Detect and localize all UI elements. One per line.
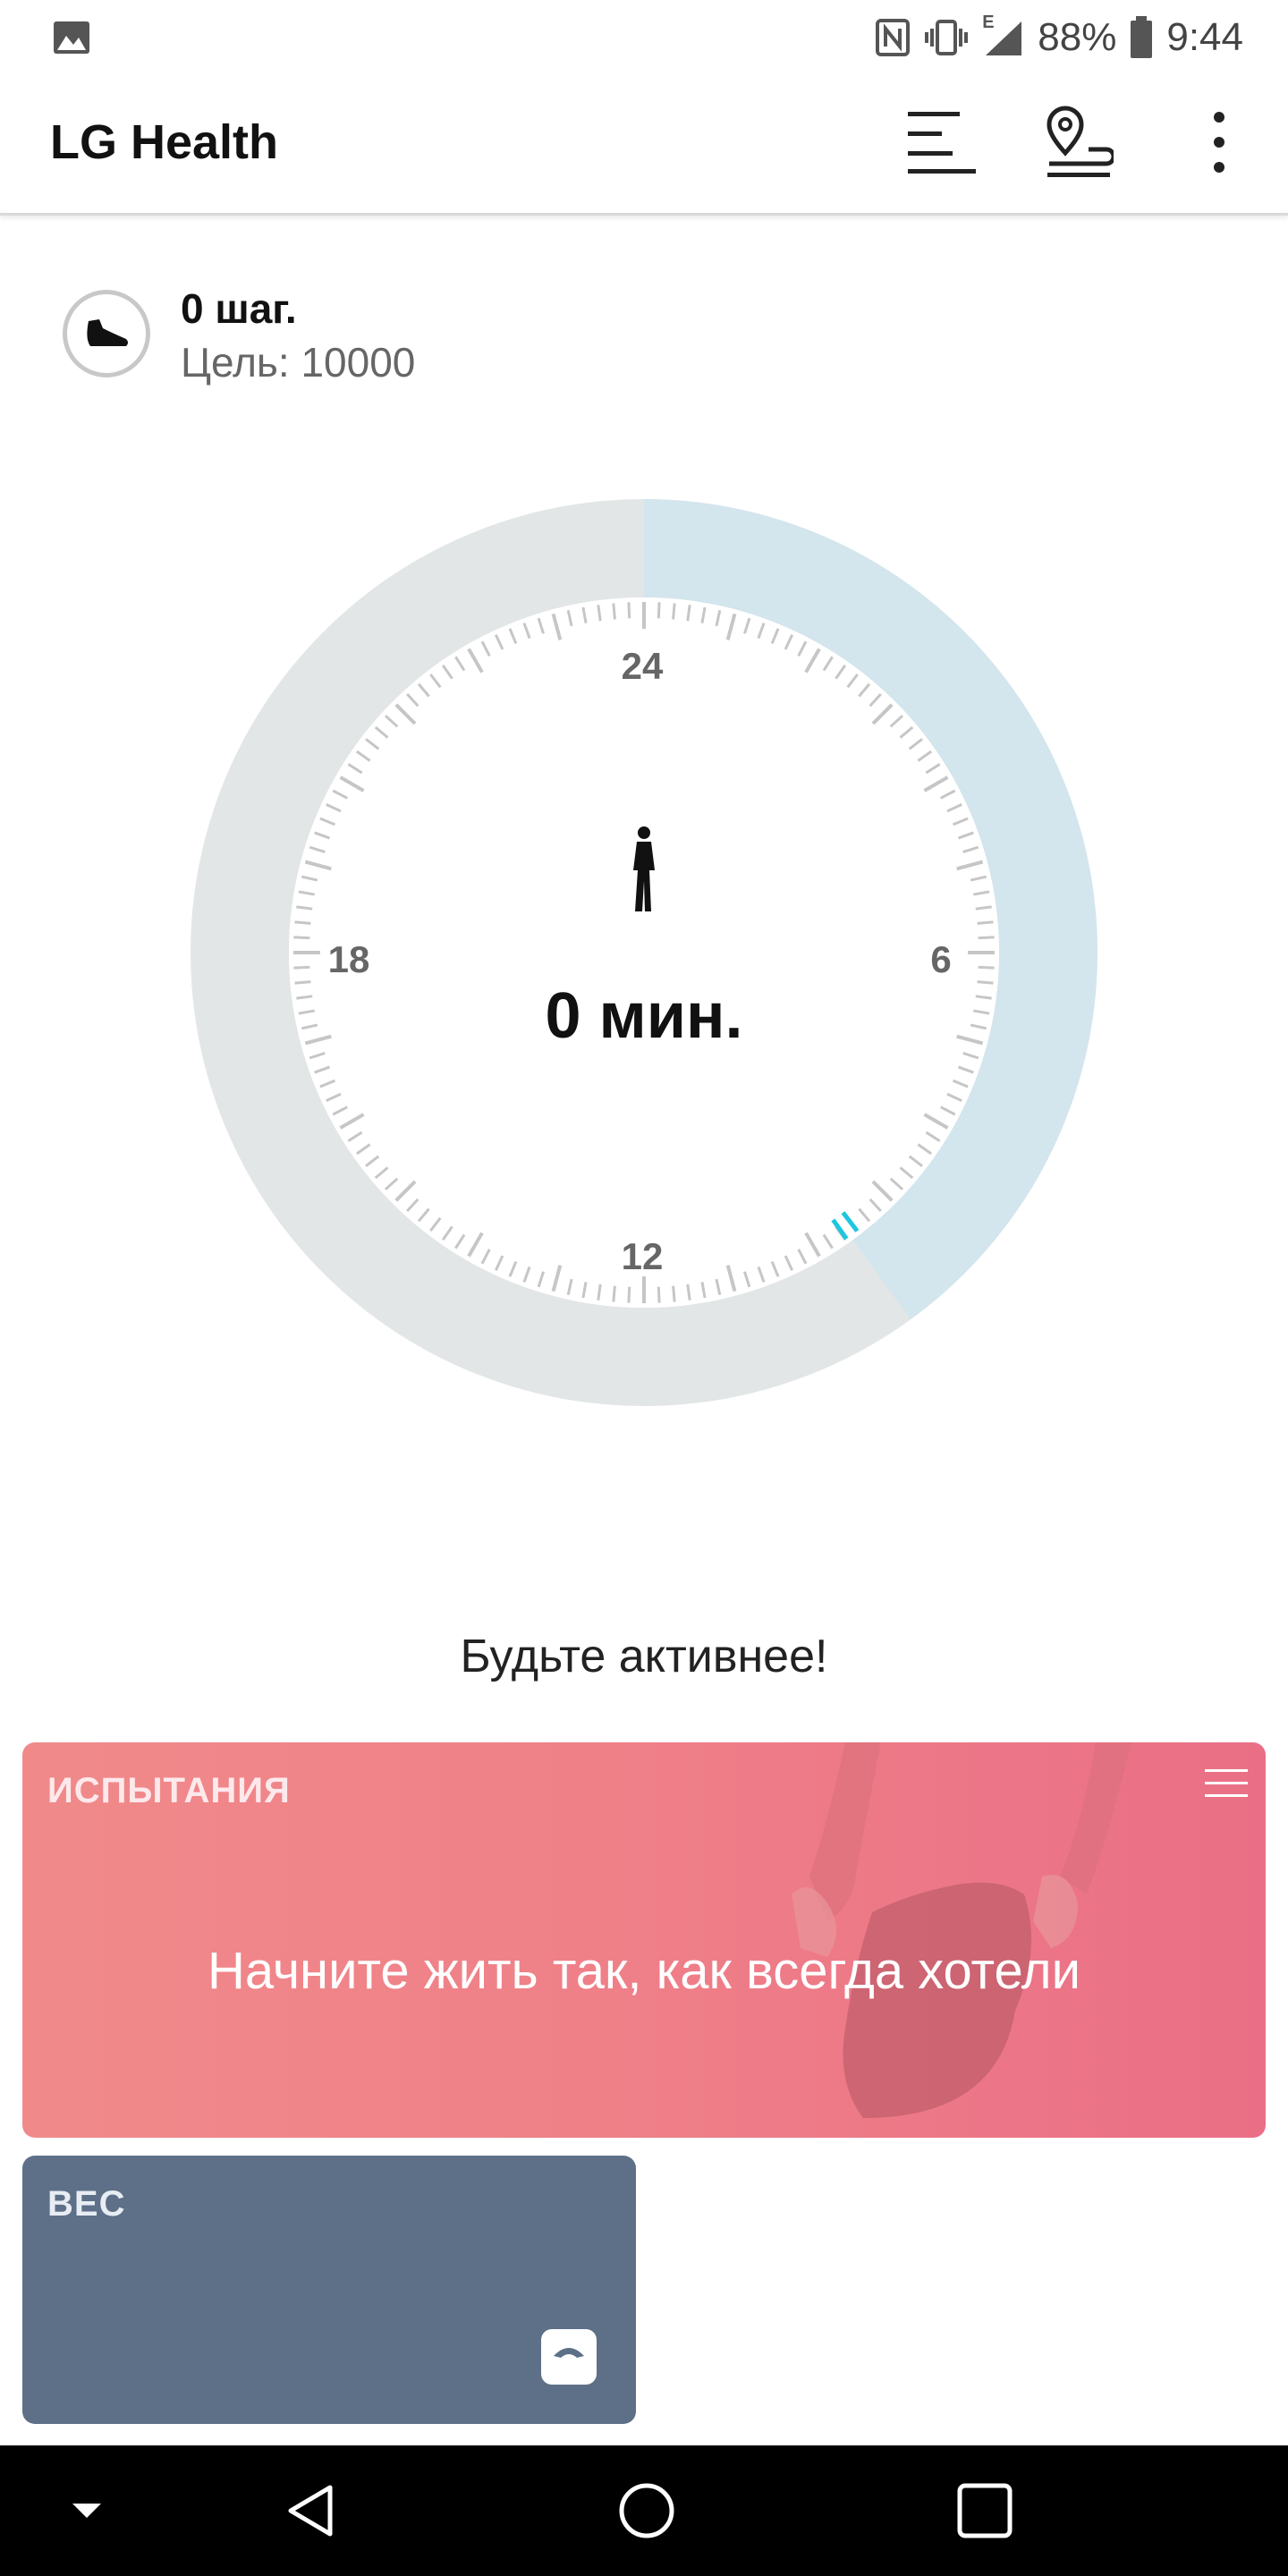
dial-tick	[294, 920, 311, 925]
recents-icon	[957, 2483, 1013, 2538]
battery-percent: 88%	[1038, 15, 1117, 59]
walking-person-icon	[624, 826, 664, 919]
back-button[interactable]	[270, 2470, 351, 2551]
steps-count: 0 шаг.	[181, 285, 297, 332]
challenges-menu-button[interactable]	[1201, 1766, 1251, 1809]
dial-tick	[612, 1285, 616, 1302]
status-bar: E 88% 9:44	[0, 0, 1288, 75]
motivation-text: Будьте активнее!	[460, 1631, 828, 1682]
more-icon	[1214, 112, 1224, 173]
status-icons: E 88% 9:44	[875, 13, 1243, 63]
activity-dial[interactable]: 24 6 12 18 0 мин.	[188, 496, 1100, 1409]
dial-tick	[612, 603, 616, 620]
app-bar: LG Health	[0, 75, 1288, 216]
challenges-heading: ИСПЫТАНИЯ	[47, 1771, 291, 1810]
home-icon	[619, 2483, 674, 2538]
network-type-label: E	[982, 13, 995, 32]
hide-keyboard-icon	[72, 2504, 101, 2518]
dial-tick	[978, 936, 995, 940]
more-options-button[interactable]	[1179, 102, 1259, 182]
gallery-icon	[52, 20, 91, 60]
challenges-text: Начните жить так, как всегда хотели	[207, 1942, 1081, 2000]
dial-label-18: 18	[327, 938, 370, 980]
dial-tick	[672, 1285, 676, 1302]
map-button[interactable]	[1038, 102, 1118, 182]
dial-tick	[657, 602, 661, 619]
weight-card[interactable]: ВЕС	[22, 2156, 636, 2424]
battery-icon	[1131, 16, 1153, 58]
home-button[interactable]	[606, 2470, 687, 2551]
nfc-icon	[876, 19, 911, 56]
weight-heading: ВЕС	[47, 2184, 126, 2224]
menu-icon	[1205, 1769, 1248, 1797]
dial-tick	[977, 980, 994, 985]
hide-keyboard-button[interactable]	[47, 2470, 127, 2551]
dial-label-6: 6	[930, 938, 952, 980]
list-icon	[908, 112, 976, 174]
dial-tick	[627, 1286, 631, 1303]
vibrate-icon	[925, 20, 969, 55]
recents-button[interactable]	[945, 2470, 1025, 2551]
scale-icon	[541, 2329, 597, 2385]
dial-tick	[293, 965, 310, 970]
dial-tick	[657, 1286, 661, 1303]
dial-label-12: 12	[621, 1235, 664, 1277]
dial-tick	[977, 920, 994, 925]
list-button[interactable]	[902, 102, 982, 182]
challenges-card[interactable]: ИСПЫТАНИЯ Начните жить так, как всегда х…	[22, 1742, 1266, 2138]
navigation-bar	[0, 2445, 1288, 2576]
location-pin-icon	[1046, 106, 1114, 177]
steps-goal: Цель: 10000	[181, 339, 416, 386]
dial-label-24: 24	[621, 645, 664, 687]
dial-tick	[294, 980, 311, 985]
activity-minutes: 0 мин.	[545, 980, 743, 1052]
dial-tick	[627, 602, 631, 619]
dial-face	[289, 597, 999, 1308]
dial-tick	[978, 965, 995, 970]
dial-tick	[293, 936, 310, 940]
app-title: LG Health	[50, 115, 279, 169]
back-icon	[288, 2485, 333, 2537]
clock: 9:44	[1166, 15, 1243, 59]
dial-tick	[672, 603, 676, 620]
shoe-icon	[63, 290, 150, 377]
